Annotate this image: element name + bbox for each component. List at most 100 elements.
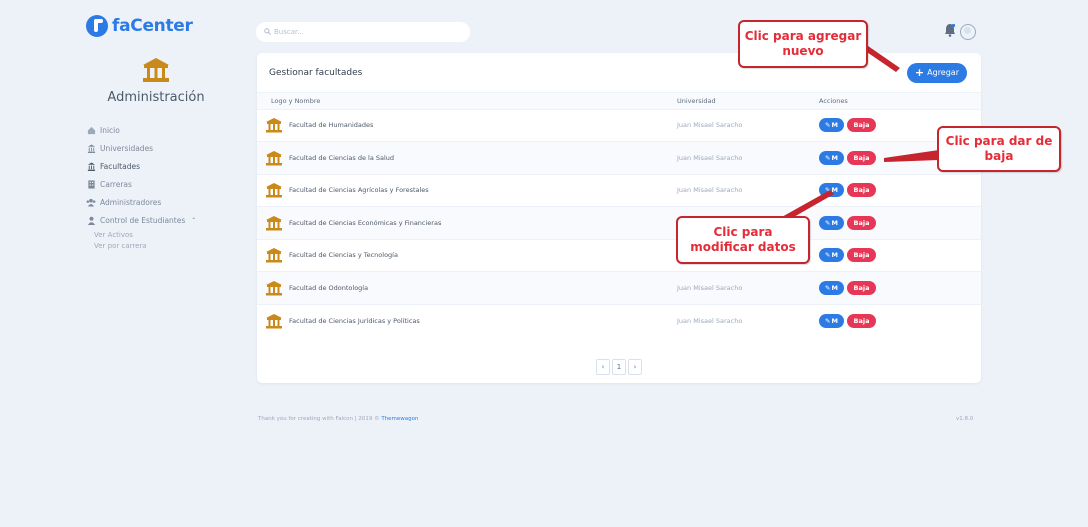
institution-icon [86, 161, 96, 171]
avatar[interactable] [960, 23, 976, 40]
actions-cell: ✎ M Baja [819, 239, 981, 272]
modify-button[interactable]: ✎ M [819, 248, 844, 263]
footer-link[interactable]: Themewagon [381, 416, 418, 422]
prev-page-button[interactable]: ‹ [596, 359, 610, 375]
sidebar: faCenter Administración Inicio Universid… [86, 14, 226, 251]
sidebar-item-label: Control de Estudiantes [100, 215, 186, 225]
callout-delete: Clic para dar de baja [937, 126, 1061, 172]
sidebar-item-administradores[interactable]: Administradores [86, 193, 226, 211]
delete-button[interactable]: Baja [847, 183, 876, 198]
actions-cell: ✎ M Baja [819, 304, 981, 337]
sidebar-item-label: Carreras [100, 179, 132, 189]
name-cell: Facultad de Humanidades [257, 109, 677, 142]
admin-block: Administración [86, 56, 226, 105]
sidebar-item-universidades[interactable]: Universidades [86, 139, 226, 157]
add-button[interactable]: + Agregar [906, 62, 967, 83]
modify-label: M [831, 218, 838, 227]
callout-modify: Clic para modificar datos [676, 216, 810, 264]
delete-button[interactable]: Baja [847, 215, 876, 230]
card-header: Gestionar facultades + Agregar [257, 53, 981, 93]
delete-button[interactable]: Baja [847, 150, 876, 165]
faculty-name: Facultad de Ciencias Agrícolas y Foresta… [289, 186, 429, 195]
actions-cell: ✎ M Baja [819, 174, 981, 207]
brand[interactable]: faCenter [86, 14, 226, 38]
faculty-logo-icon [266, 313, 282, 328]
notification-icon[interactable] [944, 22, 956, 41]
name-cell: Facultad de Ciencias de la Salud [257, 142, 677, 175]
institution-icon [143, 58, 169, 82]
search-icon [264, 27, 271, 37]
sidebar-item-control-estudiantes[interactable]: Control de Estudiantes ⌃ [86, 211, 226, 229]
faculty-name: Facultad de Humanidades [289, 121, 374, 130]
sidebar-item-carreras[interactable]: Carreras [86, 175, 226, 193]
sidebar-item-label: Universidades [100, 143, 154, 153]
edit-icon: ✎ [825, 153, 831, 162]
delete-button[interactable]: Baja [847, 118, 876, 133]
edit-icon: ✎ [825, 186, 831, 195]
faculty-logo-icon [266, 183, 282, 198]
modify-button[interactable]: ✎ M [819, 313, 844, 328]
sidebar-item-label: Facultades [100, 161, 141, 171]
chevron-up-icon: ⌃ [191, 216, 197, 224]
name-cell: Facultad de Ciencias Económicas y Financ… [257, 207, 677, 240]
university-cell: Juan Misael Saracho [677, 121, 743, 130]
modify-label: M [831, 316, 838, 325]
name-cell: Facultad de Ciencias Agrícolas y Foresta… [257, 174, 677, 207]
table-row: Facultad de Ciencias y Tecnología ✎ M Ba… [257, 239, 981, 272]
modify-button[interactable]: ✎ M [819, 118, 844, 133]
faculties-card: Gestionar facultades + Agregar Logo y No… [257, 53, 981, 383]
sidebar-subitem-por-carrera[interactable]: Ver por carrera [86, 240, 226, 251]
home-icon [86, 125, 96, 135]
edit-icon: ✎ [825, 218, 831, 227]
version-label: v1.8.0 [956, 416, 974, 422]
modify-button[interactable]: ✎ M [819, 215, 844, 230]
callout-add: Clic para agregar nuevo [738, 20, 868, 68]
faculty-name: Facultad de Ciencias de la Salud [289, 153, 395, 162]
faculty-name: Facultad de Odontología [289, 283, 369, 292]
next-page-button[interactable]: › [628, 359, 642, 375]
name-cell: Facultad de Ciencias Jurídicas y Polític… [257, 304, 677, 337]
brand-logo-icon [86, 15, 108, 37]
plus-icon: + [914, 66, 925, 79]
search-input[interactable] [274, 28, 454, 36]
edit-icon: ✎ [825, 316, 831, 325]
faculties-table: Logo y Nombre Universidad Acciones Facul… [257, 93, 981, 337]
table-row: Facultad de Ciencias Agrícolas y Foresta… [257, 174, 981, 207]
table-header-row: Logo y Nombre Universidad Acciones [257, 93, 981, 109]
faculty-logo-icon [266, 280, 282, 296]
faculty-name: Facultad de Ciencias Económicas y Financ… [289, 218, 442, 227]
modify-button[interactable]: ✎ M [819, 150, 844, 165]
footer-text: Thank you for creating with Falcon | 201… [258, 416, 382, 422]
delete-button[interactable]: Baja [847, 313, 876, 328]
table-body: Facultad de Humanidades Juan Misael Sara… [257, 109, 981, 337]
faculty-logo-icon [266, 118, 282, 133]
name-cell: Facultad de Odontología [257, 272, 677, 305]
modify-label: M [831, 153, 838, 162]
pagination: ‹ 1 › [257, 359, 981, 375]
edit-icon: ✎ [825, 283, 831, 292]
faculty-name: Facultad de Ciencias Jurídicas y Polític… [289, 316, 420, 325]
modify-button[interactable]: ✎ M [819, 280, 844, 295]
column-header-university: Universidad [677, 96, 716, 105]
actions-cell: ✎ M Baja [819, 272, 981, 305]
actions-cell: ✎ M Baja [819, 207, 981, 240]
section-title: Administración [107, 90, 205, 105]
delete-button[interactable]: Baja [847, 248, 876, 263]
university-cell: Juan Misael Saracho [677, 283, 743, 292]
sidebar-subitem-activos[interactable]: Ver Activos [86, 229, 226, 240]
table-row: Facultad de Humanidades Juan Misael Sara… [257, 109, 981, 142]
faculty-logo-icon [266, 150, 282, 166]
modify-button[interactable]: ✎ M [819, 183, 844, 198]
sidebar-item-facultades[interactable]: Facultades [86, 157, 226, 175]
faculty-logo-icon [266, 215, 282, 231]
page-1-button[interactable]: 1 [612, 359, 626, 375]
faculty-name: Facultad de Ciencias y Tecnología [289, 251, 398, 260]
modify-label: M [831, 283, 838, 292]
sidebar-item-inicio[interactable]: Inicio [86, 121, 226, 139]
card-title: Gestionar facultades [269, 67, 363, 78]
modify-label: M [831, 251, 838, 260]
faculty-logo-icon [266, 248, 282, 263]
table-row: Facultad de Odontología Juan Misael Sara… [257, 271, 981, 305]
university-cell: Juan Misael Saracho [677, 186, 743, 195]
delete-button[interactable]: Baja [847, 280, 876, 295]
